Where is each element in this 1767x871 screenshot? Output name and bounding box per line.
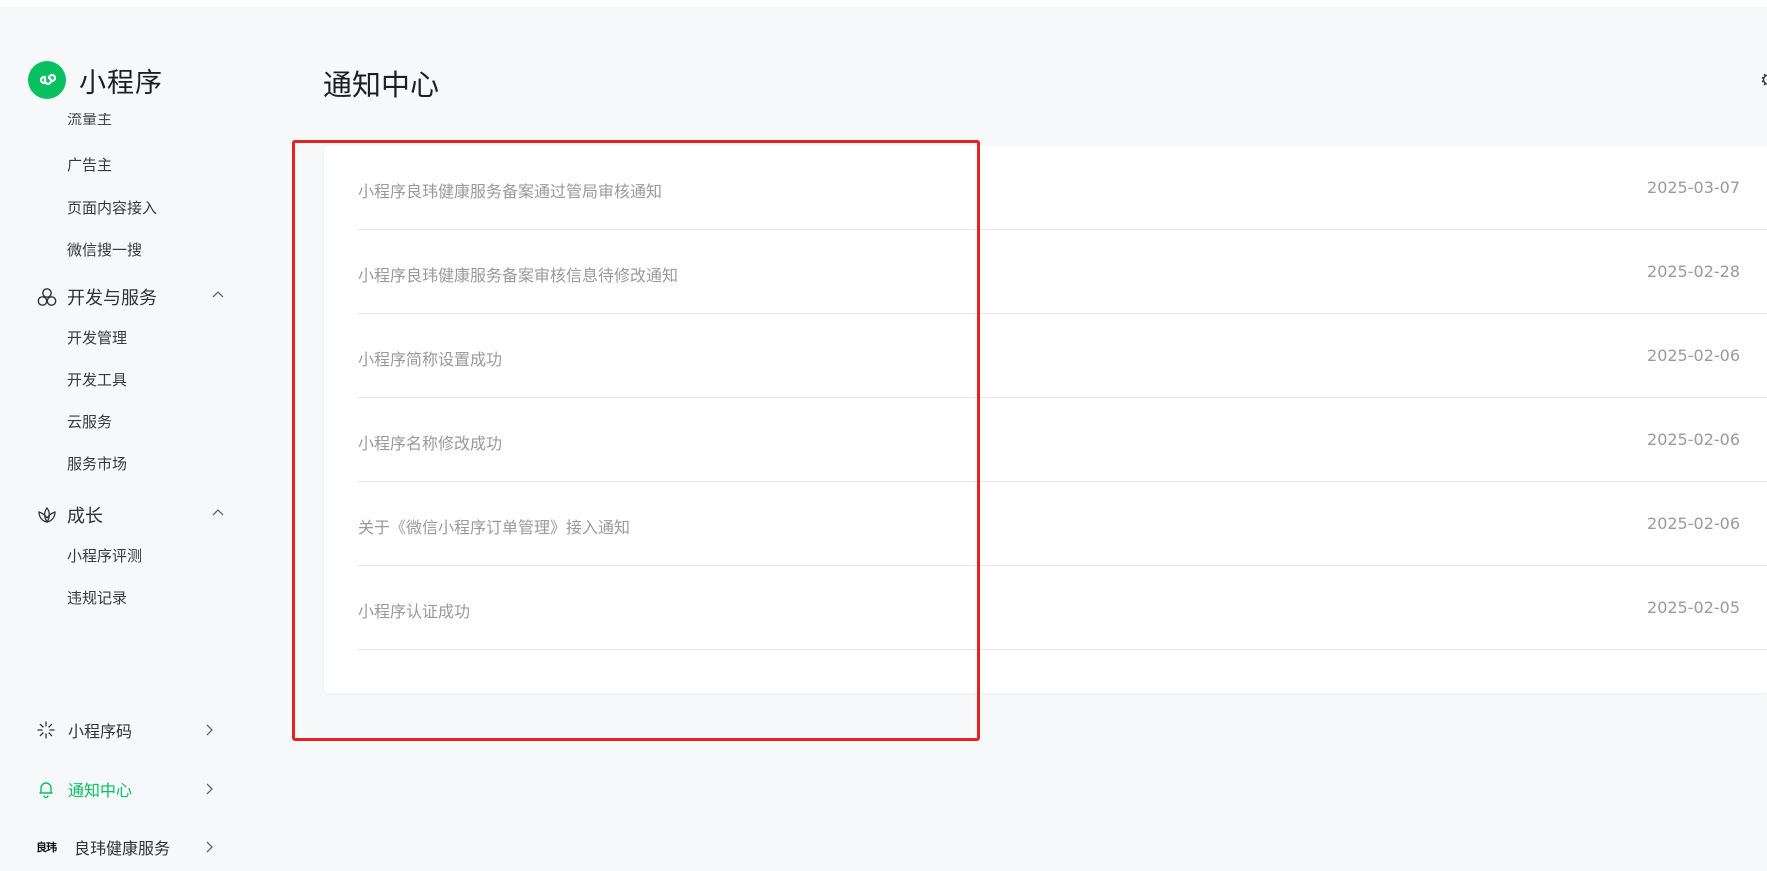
sidebar-item-service-market[interactable]: 服务市场 — [67, 454, 127, 474]
notification-title: 小程序良玮健康服务备案通过管局审核通知 — [358, 182, 663, 201]
notification-date: 2025-03-07 — [1647, 178, 1740, 197]
sidebar: 小程序 流量主 广告主 页面内容接入 微信搜一搜 开发与服务 开发管理 开发工具… — [0, 0, 250, 871]
sidebar-item-label: 通知中心 — [68, 781, 133, 800]
sidebar-item-evaluation[interactable]: 小程序评测 — [67, 546, 142, 566]
brand[interactable]: 小程序 — [28, 60, 163, 100]
sidebar-item-traffic-master[interactable]: 流量主 — [67, 113, 112, 125]
notification-item[interactable]: 小程序认证成功 2025-02-05 — [358, 566, 1767, 650]
chevron-up-icon — [210, 287, 226, 308]
notification-title: 小程序认证成功 — [358, 602, 471, 621]
sidebar-item-label: 小程序码 — [68, 722, 133, 741]
notification-date: 2025-02-06 — [1647, 346, 1740, 365]
sidebar-item-advertiser[interactable]: 广告主 — [67, 155, 112, 175]
sidebar-group-label: 开发与服务 — [67, 288, 157, 309]
sidebar-group-growth[interactable]: 成长 — [36, 502, 226, 528]
sidebar-item-dev-management[interactable]: 开发管理 — [67, 328, 127, 348]
sidebar-item-notification-center[interactable]: 通知中心 — [36, 777, 217, 801]
circles-icon — [36, 286, 58, 308]
mini-program-logo-icon — [28, 61, 66, 99]
chevron-right-icon — [201, 781, 217, 801]
notification-item[interactable]: 小程序良玮健康服务备案审核信息待修改通知 2025-02-28 — [358, 230, 1767, 314]
top-strip — [0, 0, 1767, 7]
sidebar-group-label: 成长 — [67, 506, 103, 527]
notification-date: 2025-02-06 — [1647, 514, 1740, 533]
notification-item[interactable]: 小程序良玮健康服务备案通过管局审核通知 2025-03-07 — [358, 146, 1767, 230]
account-logo: 良玮 — [36, 841, 57, 854]
chevron-up-icon — [210, 505, 226, 526]
chevron-right-icon — [201, 722, 217, 742]
notification-item[interactable]: 小程序名称修改成功 2025-02-06 — [358, 398, 1767, 482]
notification-title: 小程序良玮健康服务备案审核信息待修改通知 — [358, 266, 679, 285]
notification-item[interactable]: 小程序简称设置成功 2025-02-06 — [358, 314, 1767, 398]
chevron-right-icon — [201, 839, 217, 859]
sidebar-item-account[interactable]: 良玮 良玮健康服务 — [36, 835, 217, 859]
sidebar-item-cloud-service[interactable]: 云服务 — [67, 412, 112, 432]
sidebar-item-violation-records[interactable]: 违规记录 — [67, 588, 127, 608]
sidebar-group-dev-services[interactable]: 开发与服务 — [36, 284, 226, 310]
sidebar-item-page-content[interactable]: 页面内容接入 — [67, 198, 157, 218]
notification-item[interactable]: 关于《微信小程序订单管理》接入通知 2025-02-06 — [358, 482, 1767, 566]
page-title: 通知中心 — [323, 68, 440, 102]
notification-title: 小程序名称修改成功 — [358, 434, 503, 453]
sidebar-item-dev-tools[interactable]: 开发工具 — [67, 370, 127, 390]
sparkle-icon — [36, 720, 56, 740]
header-right-clipped-control[interactable]: ⚙ — [1760, 70, 1767, 91]
sidebar-item-wechat-search[interactable]: 微信搜一搜 — [67, 240, 142, 260]
sidebar-item-label: 良玮健康服务 — [74, 839, 171, 858]
notification-date: 2025-02-05 — [1647, 598, 1740, 617]
brand-name: 小程序 — [79, 67, 163, 99]
notification-date: 2025-02-06 — [1647, 430, 1740, 449]
notification-list: 小程序良玮健康服务备案通过管局审核通知 2025-03-07 小程序良玮健康服务… — [324, 146, 1767, 693]
notification-title: 关于《微信小程序订单管理》接入通知 — [358, 518, 631, 537]
notification-date: 2025-02-28 — [1647, 262, 1740, 281]
bell-icon — [36, 779, 56, 799]
sidebar-item-mini-program-code[interactable]: 小程序码 — [36, 718, 217, 742]
lotus-icon — [36, 504, 58, 526]
notification-title: 小程序简称设置成功 — [358, 350, 503, 369]
